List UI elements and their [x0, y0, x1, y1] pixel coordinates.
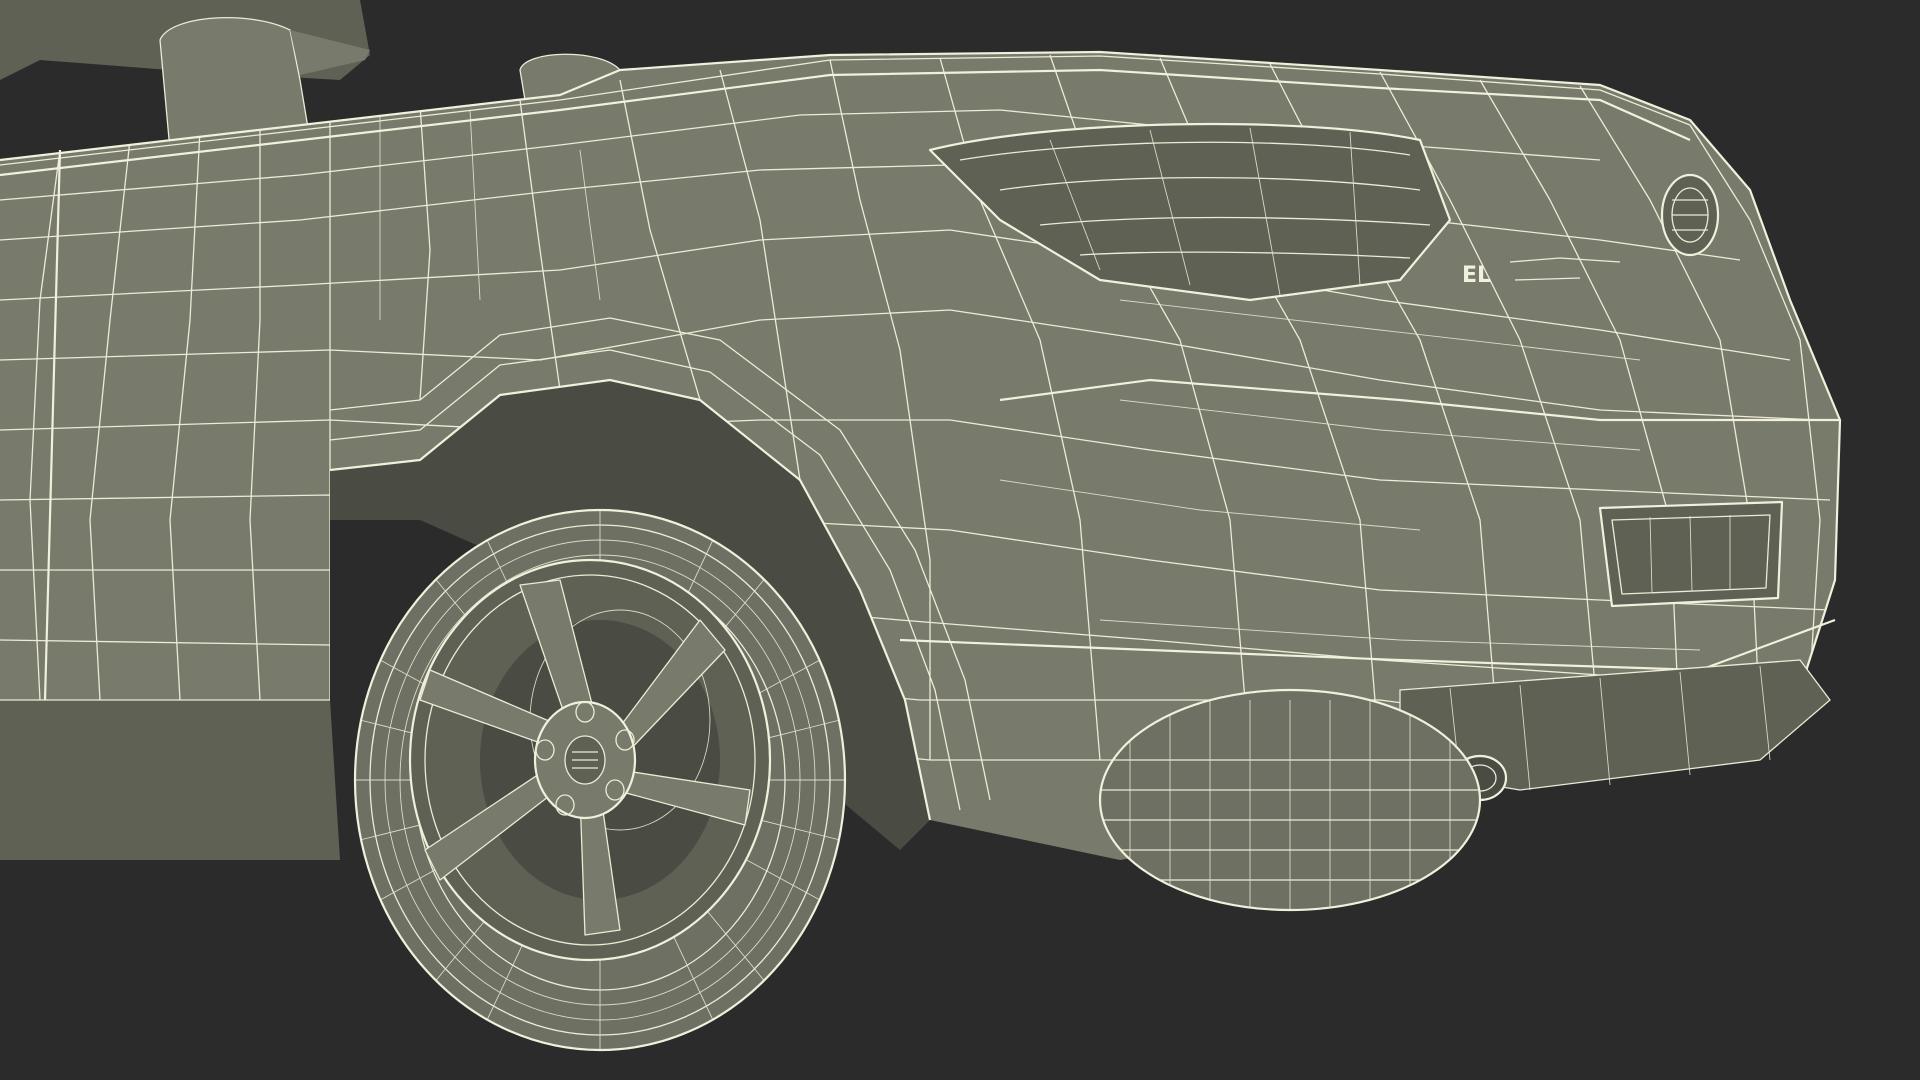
license-plate-recess: [1598, 500, 1784, 608]
rim: [408, 558, 772, 962]
wireframe-render: EL: [0, 0, 1920, 1080]
car-wireframe-model: EL: [0, 0, 1842, 1052]
far-rear-tire: [1098, 688, 1482, 912]
trunk-emblem-icon: [1660, 173, 1720, 257]
model-badge: EL: [1462, 263, 1491, 288]
